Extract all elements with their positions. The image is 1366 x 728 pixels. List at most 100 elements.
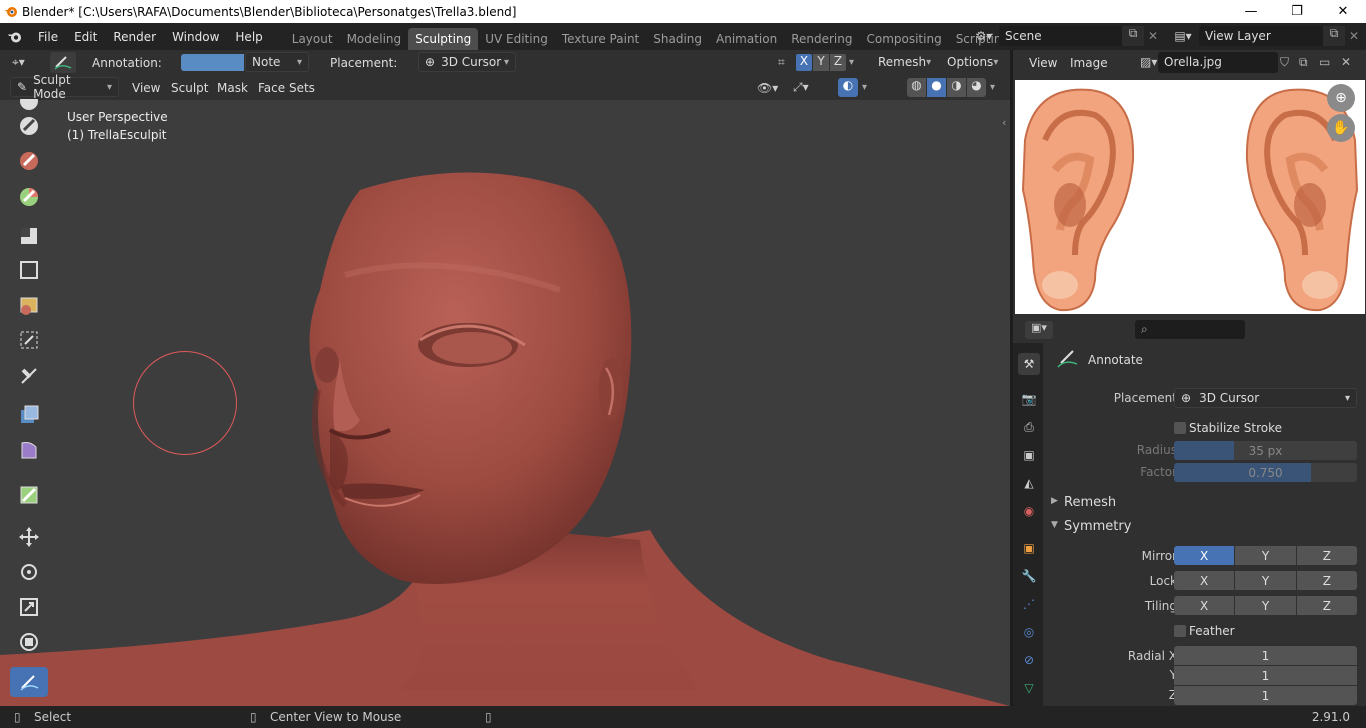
view-layer-selector[interactable]: ▤▾ View Layer ⧉ ✕: [1167, 25, 1363, 47]
material-shading-icon[interactable]: ◑: [947, 78, 966, 97]
gizmo-icon[interactable]: ⤢▾: [793, 80, 809, 95]
tool-color-filter-icon[interactable]: [10, 480, 48, 510]
output-tab-icon[interactable]: ⎙: [1018, 416, 1040, 438]
axis-x-toggle[interactable]: X: [796, 54, 812, 71]
view-layer-tab-icon[interactable]: ▣: [1018, 444, 1040, 466]
tool-snake-hook-icon[interactable]: [10, 111, 48, 141]
tab-rendering[interactable]: Rendering: [784, 28, 859, 50]
mirror-z-toggle[interactable]: Z: [1296, 546, 1357, 565]
overlays-chevron-icon[interactable]: ▾: [862, 82, 867, 93]
mirror-y-toggle[interactable]: Y: [1235, 546, 1296, 565]
viewport-menu-sculpt[interactable]: Sculpt: [171, 81, 208, 95]
unlink-image-icon[interactable]: ✕: [1341, 55, 1351, 69]
minimize-button[interactable]: —: [1228, 0, 1274, 23]
new-image-icon[interactable]: ⧉: [1299, 55, 1308, 70]
sidebar-toggle-chevron-icon[interactable]: ‹: [1002, 116, 1006, 129]
stabilize-stroke-checkbox[interactable]: [1174, 422, 1186, 434]
properties-editor-type-icon[interactable]: ▣▾: [1025, 321, 1053, 339]
tab-texture-paint[interactable]: Texture Paint: [555, 28, 646, 50]
scene-selector[interactable]: ⚙▾ Scene ⧉ ✕: [969, 25, 1162, 47]
mode-dropdown[interactable]: ✎ Sculpt Mode ▾: [10, 73, 119, 101]
scene-tab-icon[interactable]: ◭: [1018, 472, 1040, 494]
axis-y-toggle[interactable]: Y: [813, 54, 829, 71]
tab-shading[interactable]: Shading: [646, 28, 709, 50]
particles-tab-icon[interactable]: ⋰: [1018, 593, 1040, 615]
menu-edit[interactable]: Edit: [66, 30, 105, 44]
axis-options-chevron-icon[interactable]: ▾: [849, 57, 854, 68]
tool-mask-icon[interactable]: [10, 146, 48, 176]
new-view-layer-icon[interactable]: ⧉: [1323, 26, 1345, 46]
modifiers-tab-icon[interactable]: 🔧: [1018, 565, 1040, 587]
image-filename-field[interactable]: Orella.jpg: [1158, 52, 1278, 73]
tool-annotate-icon[interactable]: [10, 667, 48, 697]
annotation-layer-dropdown[interactable]: Note ▾: [245, 52, 309, 72]
properties-placement-dropdown[interactable]: ⊕ 3D Cursor ▾: [1174, 388, 1357, 408]
remesh-panel-chevron-icon[interactable]: ▶: [1051, 496, 1058, 506]
reference-image[interactable]: ⊕ ✋: [1015, 80, 1365, 314]
tool-line-project-icon[interactable]: [10, 361, 48, 391]
tool-tab-icon[interactable]: ⚒: [1018, 353, 1040, 375]
view-layer-name-field[interactable]: View Layer: [1199, 26, 1323, 46]
tab-sculpting[interactable]: Sculpting: [408, 28, 479, 50]
radial-z-field[interactable]: 1: [1174, 686, 1357, 705]
maximize-button[interactable]: ❐: [1274, 0, 1320, 23]
solid-shading-icon[interactable]: ●: [927, 78, 946, 97]
mirror-x-toggle[interactable]: X: [1174, 546, 1235, 565]
remove-scene-icon[interactable]: ✕: [1144, 29, 1162, 43]
radius-slider[interactable]: 35 px: [1174, 441, 1357, 460]
radial-y-field[interactable]: 1: [1174, 666, 1357, 685]
fake-user-icon[interactable]: ⛉: [1280, 55, 1289, 70]
menu-render[interactable]: Render: [105, 30, 164, 44]
feather-checkbox[interactable]: [1174, 625, 1186, 637]
placement-dropdown[interactable]: ⊕ 3D Cursor ▾: [418, 52, 516, 72]
tool-rotate-icon[interactable]: [10, 557, 48, 587]
tool-draw-face-sets-icon[interactable]: [10, 182, 48, 212]
constraints-tab-icon[interactable]: ⊘: [1018, 649, 1040, 671]
symmetry-panel-chevron-icon[interactable]: ▼: [1051, 520, 1058, 530]
new-scene-icon[interactable]: ⧉: [1122, 26, 1144, 46]
symmetry-panel-header[interactable]: Symmetry: [1064, 519, 1131, 534]
remesh-panel-header[interactable]: Remesh: [1064, 495, 1116, 510]
menu-help[interactable]: Help: [227, 30, 270, 44]
zoom-icon[interactable]: ⊕: [1327, 84, 1355, 112]
render-tab-icon[interactable]: 📷: [1018, 388, 1040, 410]
tiling-z-toggle[interactable]: Z: [1296, 596, 1357, 615]
factor-slider[interactable]: 0.750: [1174, 463, 1357, 482]
editor-type-icon[interactable]: ⌖▾: [12, 55, 25, 70]
tool-box-face-set-icon[interactable]: [10, 290, 48, 320]
visibility-icon[interactable]: 👁▾: [757, 81, 778, 95]
tool-box-mask-icon[interactable]: [10, 221, 48, 251]
lock-y-toggle[interactable]: Y: [1235, 571, 1296, 590]
image-view-menu[interactable]: View: [1029, 56, 1057, 70]
axis-z-toggle[interactable]: Z: [830, 54, 846, 71]
viewport-menu-mask[interactable]: Mask: [217, 81, 248, 95]
radial-x-field[interactable]: 1: [1174, 646, 1357, 665]
tool-scale-icon[interactable]: [10, 592, 48, 622]
tool-mesh-filter-icon[interactable]: [10, 400, 48, 430]
tab-animation[interactable]: Animation: [709, 28, 784, 50]
lock-z-toggle[interactable]: Z: [1296, 571, 1357, 590]
annotation-color-swatch[interactable]: [181, 54, 244, 71]
tool-transform-icon[interactable]: [10, 627, 48, 657]
wireframe-shading-icon[interactable]: ◍: [907, 78, 926, 97]
tab-compositing[interactable]: Compositing: [859, 28, 948, 50]
lock-x-toggle[interactable]: X: [1174, 571, 1235, 590]
shading-chevron-icon[interactable]: ▾: [990, 82, 995, 93]
tiling-x-toggle[interactable]: X: [1174, 596, 1235, 615]
remove-view-layer-icon[interactable]: ✕: [1345, 29, 1363, 43]
viewport-menu-view[interactable]: View: [132, 81, 160, 95]
object-tab-icon[interactable]: ▣: [1018, 537, 1040, 559]
pan-hand-icon[interactable]: ✋: [1327, 114, 1355, 142]
viewport-menu-face-sets[interactable]: Face Sets: [258, 81, 315, 95]
tab-layout[interactable]: Layout: [285, 28, 340, 50]
tool-box-trim-icon[interactable]: [10, 325, 48, 355]
options-popover[interactable]: Options ▾: [941, 52, 1003, 72]
close-button[interactable]: ✕: [1320, 0, 1366, 23]
tool-cloth-filter-icon[interactable]: [10, 435, 48, 465]
menu-file[interactable]: File: [30, 30, 66, 44]
menu-window[interactable]: Window: [164, 30, 227, 44]
blender-menu-icon[interactable]: [0, 23, 30, 50]
data-tab-icon[interactable]: ▽: [1018, 677, 1040, 699]
tool-box-hide-icon[interactable]: [10, 255, 48, 285]
rendered-shading-icon[interactable]: ◕: [967, 78, 986, 97]
